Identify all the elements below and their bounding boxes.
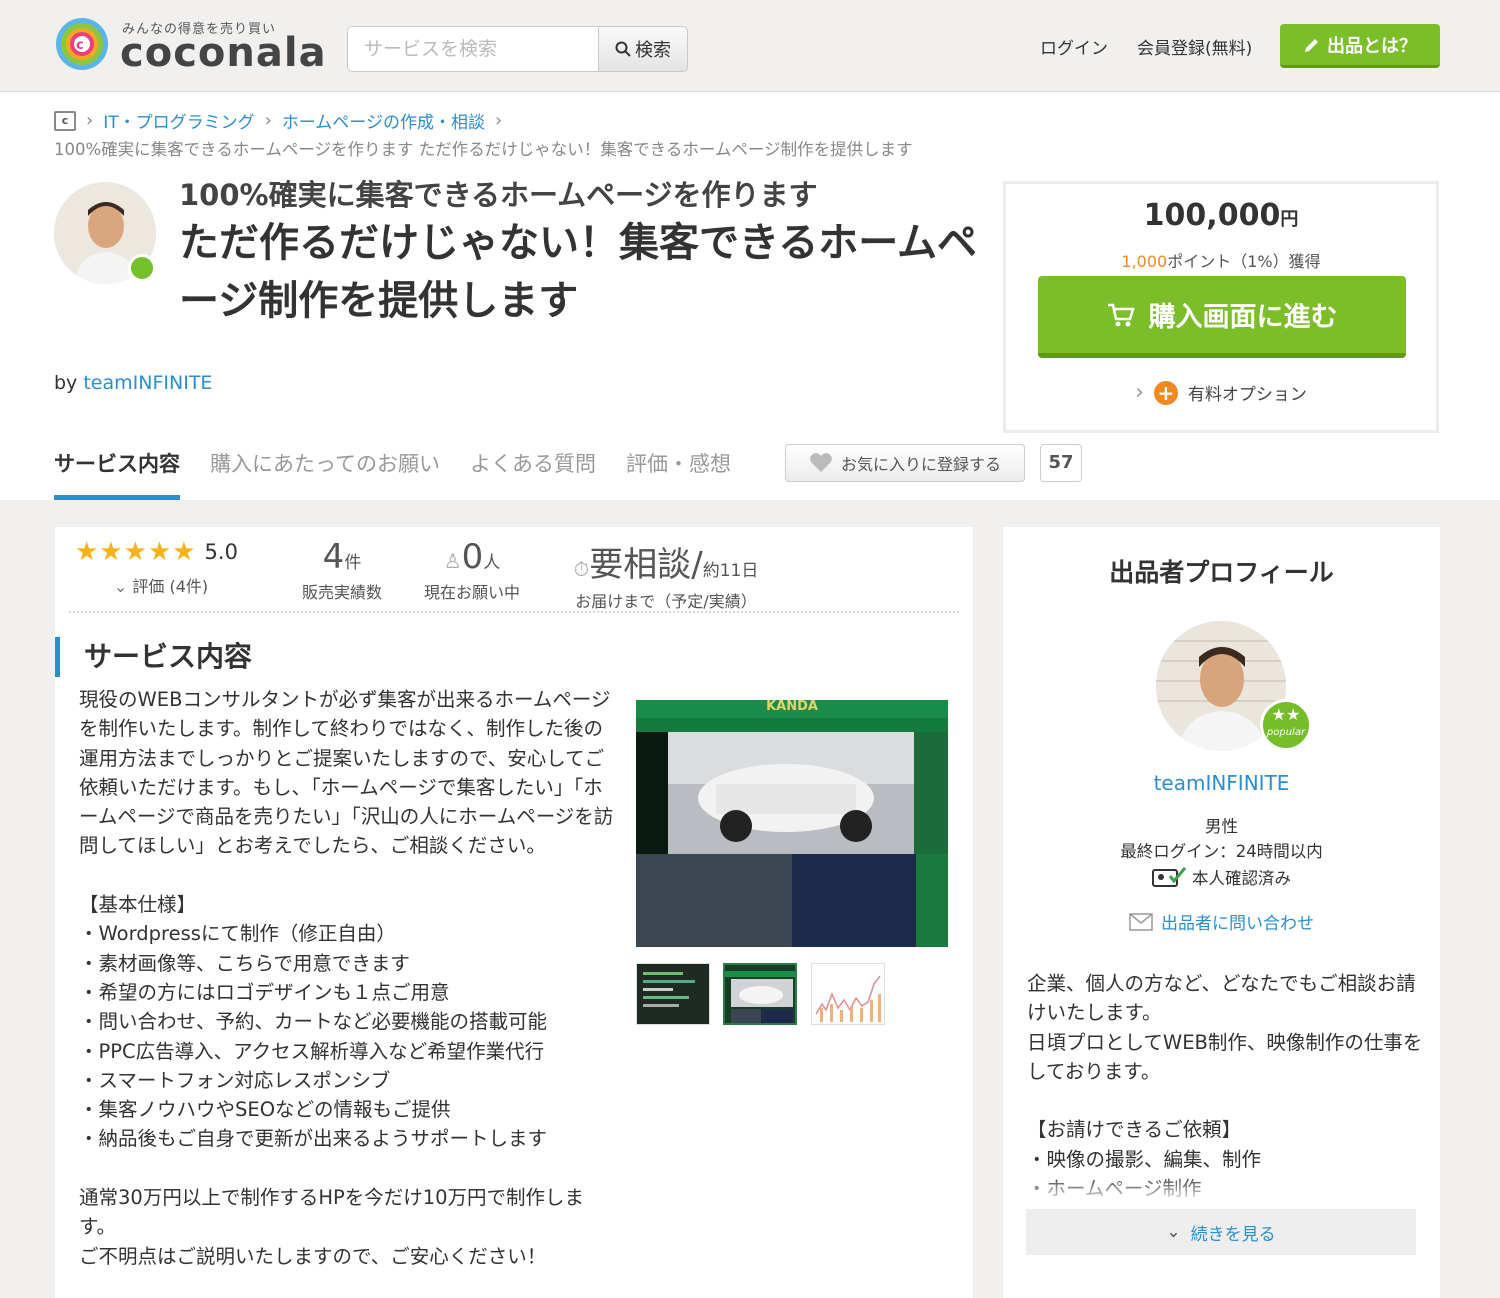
seller-verified: 本人確認済み — [1003, 865, 1440, 889]
seller-name-link[interactable]: teamINFINITE — [1003, 771, 1440, 795]
cart-icon — [1107, 303, 1135, 326]
plus-icon: + — [1153, 380, 1178, 405]
gallery-brand-text: KANDA — [766, 699, 818, 714]
by-label: by — [54, 372, 78, 394]
chevron-down-icon: ⌄ — [113, 577, 128, 596]
price-value: 100,000 — [1143, 198, 1281, 233]
delivery-actual: 約11日 — [702, 561, 759, 581]
stat-requests: ♙0人 現在お願い中 — [407, 537, 537, 603]
tab-service-content[interactable]: サービス内容 — [54, 438, 180, 500]
points-value: 1,000 — [1121, 252, 1168, 271]
rating-stars-icon: ★★★★★ — [75, 537, 197, 567]
service-title-main: ただ作るだけじゃない！集客できるホームページ制作を提供します — [179, 220, 977, 324]
sales-unit: 件 — [344, 553, 362, 573]
requests-count: 0 — [461, 537, 484, 577]
login-link[interactable]: ログイン — [1040, 34, 1108, 59]
stat-rating[interactable]: ★★★★★ 5.0 ⌄ 評価 (4件) — [75, 537, 247, 597]
svg-text:c: c — [76, 38, 84, 53]
favorite-button-label: お気に入りに登録する — [840, 455, 1001, 474]
search-input[interactable]: サービスを検索 — [347, 26, 599, 72]
favorite-count: 57 — [1040, 444, 1082, 482]
read-more-button[interactable]: ⌄ 続きを見る — [1026, 1209, 1416, 1255]
price: 100,000円 — [1006, 198, 1436, 233]
site-header: c みんなの得意を売り買い coconala サービスを検索 検索 ログイン 会… — [0, 0, 1500, 92]
search-button[interactable]: 検索 — [598, 26, 688, 72]
price-box: 100,000円 1,000ポイント（1%）獲得 購入画面に進む › + 有料オ… — [1003, 181, 1439, 433]
service-description: 現役のWEBコンサルタントが必ず集客が出来るホームページを制作いたします。制作し… — [79, 688, 614, 1268]
tab-reviews[interactable]: 評価・感想 — [626, 438, 731, 500]
requests-label: 現在お願い中 — [423, 583, 520, 602]
mail-icon — [1129, 912, 1153, 931]
sell-button[interactable]: 出品とは？ — [1280, 24, 1440, 68]
service-title-sub: 100%確実に集客できるホームページを作ります — [179, 178, 818, 212]
seller-last-login: 最終ログイン：24時間以内 — [1120, 842, 1323, 861]
paid-option-toggle[interactable]: › + 有料オプション — [1006, 380, 1436, 405]
verified-label: 本人確認済み — [1192, 869, 1291, 888]
gallery-thumbnail-2[interactable] — [723, 963, 797, 1025]
coconala-logo[interactable]: c みんなの得意を売り買い coconala — [54, 10, 327, 78]
id-verified-icon — [1152, 867, 1186, 887]
seller-link[interactable]: teamINFINITE — [83, 372, 212, 394]
search-button-label: 検索 — [635, 40, 671, 61]
home-icon[interactable]: c — [54, 110, 76, 131]
breadcrumb: c › IT・プログラミング › ホームページの作成・相談 › — [54, 108, 502, 133]
chevron-right-icon: › — [1135, 380, 1144, 405]
rating-score: 5.0 — [204, 540, 238, 564]
stat-sales: 4件 販売実績数 — [287, 537, 397, 603]
register-link[interactable]: 会員登録(無料) — [1137, 34, 1252, 59]
heart-icon — [810, 453, 832, 472]
chevron-right-icon: › — [494, 110, 503, 131]
service-stats: ★★★★★ 5.0 ⌄ 評価 (4件) 4件 販売実績数 ♙0人 現在お願い中 … — [69, 537, 959, 613]
points-text: ポイント（1%）獲得 — [1167, 252, 1321, 271]
delivery-value: 要相談 — [589, 545, 692, 585]
breadcrumb-current: 100%確実に集客できるホームページを作ります ただ作るだけじゃない！集客できる… — [54, 140, 913, 159]
stat-delivery: ⏱要相談/約11日 お届けまで（予定/実績） — [551, 537, 781, 612]
sales-label: 販売実績数 — [301, 583, 382, 602]
search-icon — [615, 41, 631, 57]
purchase-button-label: 購入画面に進む — [1148, 302, 1338, 333]
requests-unit: 人 — [483, 553, 501, 573]
price-currency: 円 — [1280, 209, 1299, 230]
description-fade — [1027, 1175, 1427, 1205]
rating-count-label: 評価 (4件) — [132, 577, 209, 596]
breadcrumb-item-homepage[interactable]: ホームページの作成・相談 — [282, 108, 485, 133]
favorite-button[interactable]: お気に入りに登録する — [785, 444, 1025, 482]
gallery-thumbnail-1[interactable] — [636, 963, 710, 1025]
purchase-button[interactable]: 購入画面に進む — [1038, 276, 1406, 358]
contact-seller-label: 出品者に問い合わせ — [1161, 914, 1314, 934]
service-tabs: サービス内容 購入にあたってのお願い よくある質問 評価・感想 — [54, 438, 731, 500]
service-detail-card: ★★★★★ 5.0 ⌄ 評価 (4件) 4件 販売実績数 ♙0人 現在お願い中 … — [55, 527, 973, 1298]
gallery-main-image[interactable]: KANDA — [636, 688, 948, 947]
paid-option-label: 有料オプション — [1187, 385, 1307, 405]
seller-profile-card: 出品者プロフィール ★★ popular teamINFINITE 男性 最終ログ… — [1003, 527, 1440, 1298]
rating-label: ⌄ 評価 (4件) — [75, 573, 247, 597]
read-more-label: 続きを見る — [1190, 1224, 1276, 1245]
seller-gender: 男性 — [1205, 817, 1238, 836]
chevron-right-icon: › — [264, 110, 272, 131]
seller-byline: by teamINFINITE — [54, 372, 212, 394]
popular-badge: ★★ popular — [1260, 699, 1312, 751]
points-info: 1,000ポイント（1%）獲得 — [1006, 248, 1436, 272]
section-title: サービス内容 — [55, 637, 252, 677]
logo-wordmark: coconala — [120, 30, 327, 76]
seller-description: 企業、個人の方など、どなたでもご相談お請けいたします。 日頃プロとしてWEB制作… — [1027, 972, 1423, 1200]
timer-icon: ⏱ — [573, 557, 590, 581]
sales-count: 4 — [322, 537, 345, 577]
gallery-thumbnail-3[interactable] — [811, 963, 885, 1025]
popular-badge-label: popular — [1266, 727, 1306, 738]
coconala-logo-mark: c — [56, 18, 108, 70]
breadcrumb-item-it[interactable]: IT・プログラミング — [103, 108, 254, 133]
contact-seller-link[interactable]: 出品者に問い合わせ — [1003, 909, 1440, 934]
chevron-down-icon: ⌄ — [1166, 1222, 1181, 1242]
delivery-label: お届けまで（予定/実績） — [575, 592, 757, 611]
sell-button-label: 出品とは？ — [1327, 35, 1417, 57]
delivery-separator: / — [691, 545, 703, 585]
profile-heading: 出品者プロフィール — [1109, 558, 1334, 587]
tab-purchase-notes[interactable]: 購入にあたってのお願い — [210, 438, 440, 500]
online-status-badge — [128, 254, 156, 282]
chevron-right-icon: › — [86, 110, 94, 131]
person-icon: ♙ — [443, 549, 462, 573]
pencil-icon — [1305, 38, 1318, 52]
tab-faq[interactable]: よくある質問 — [470, 438, 596, 500]
